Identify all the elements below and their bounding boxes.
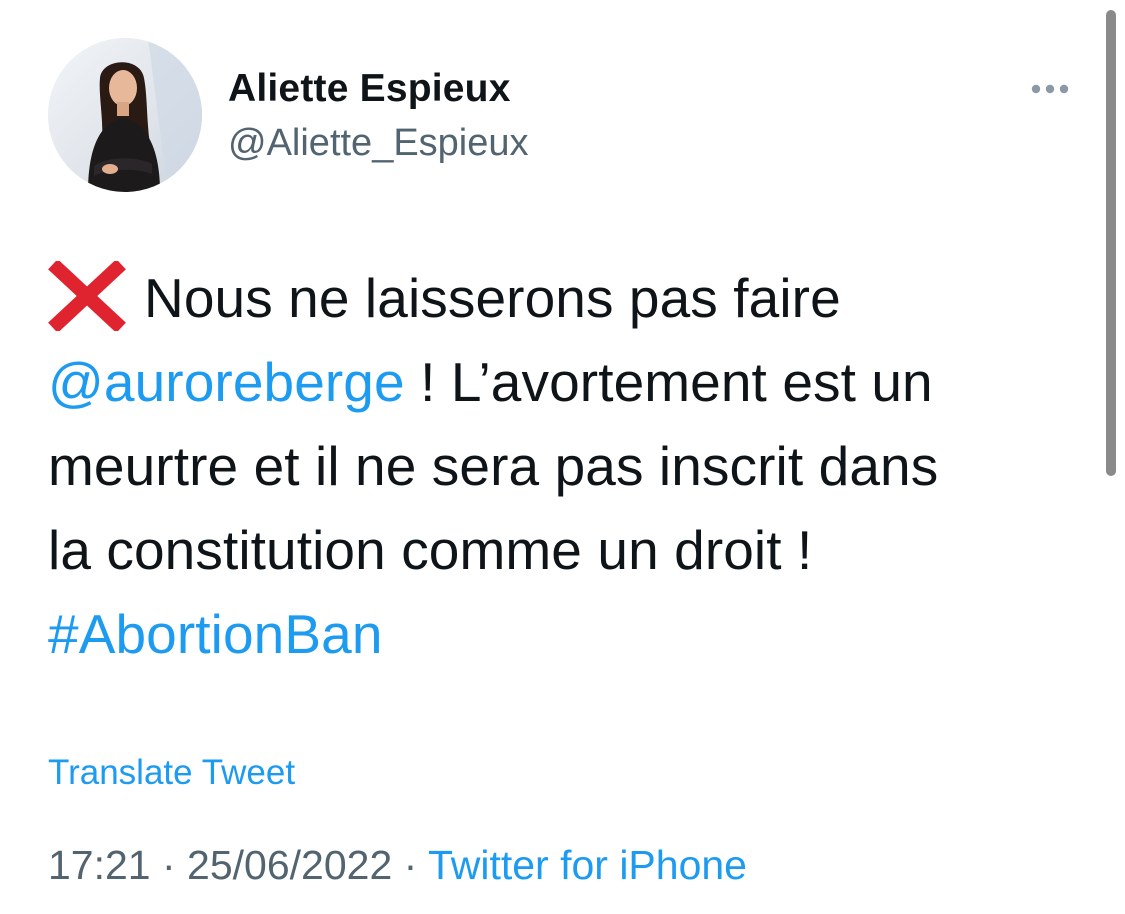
scrollbar[interactable]	[1106, 10, 1116, 476]
tweet-text-part: Nous ne laisserons pas faire	[144, 267, 841, 329]
tweet-line-4: la constitution comme un droit !	[48, 519, 813, 581]
tweet-text-part: ! L’avortement est un	[404, 351, 933, 413]
mention-link[interactable]: @auroreberge	[48, 351, 405, 413]
tweet-time[interactable]: 17:21	[48, 842, 151, 888]
tweet-date[interactable]: 25/06/2022	[187, 842, 392, 888]
tweet-line-1: Nous ne laisserons pas faire	[48, 256, 1088, 340]
tweet-source-link[interactable]: Twitter for iPhone	[428, 842, 747, 888]
tweet-line-5: #AbortionBan	[48, 592, 1088, 676]
hashtag-link[interactable]: #AbortionBan	[48, 603, 383, 665]
more-options-icon[interactable]	[1026, 78, 1074, 100]
meta-separator: ·	[150, 842, 188, 888]
tweet-text: Nous ne laisserons pas faire @auroreberg…	[48, 256, 1088, 676]
tweet-line-2: @auroreberge ! L’avortement est un	[48, 340, 1088, 424]
author-handle[interactable]: @Aliette_Espieux	[228, 120, 529, 166]
cross-mark-icon	[48, 259, 126, 334]
tweet-line-3: meurtre et il ne sera pas inscrit dans	[48, 435, 939, 497]
avatar[interactable]	[48, 38, 202, 192]
translate-tweet-link[interactable]: Translate Tweet	[48, 752, 295, 794]
avatar-photo	[48, 38, 202, 192]
meta-separator: ·	[392, 842, 428, 888]
tweet-metadata: 17:21 · 25/06/2022 · Twitter for iPhone	[48, 840, 747, 890]
author-display-name[interactable]: Aliette Espieux	[228, 66, 511, 112]
